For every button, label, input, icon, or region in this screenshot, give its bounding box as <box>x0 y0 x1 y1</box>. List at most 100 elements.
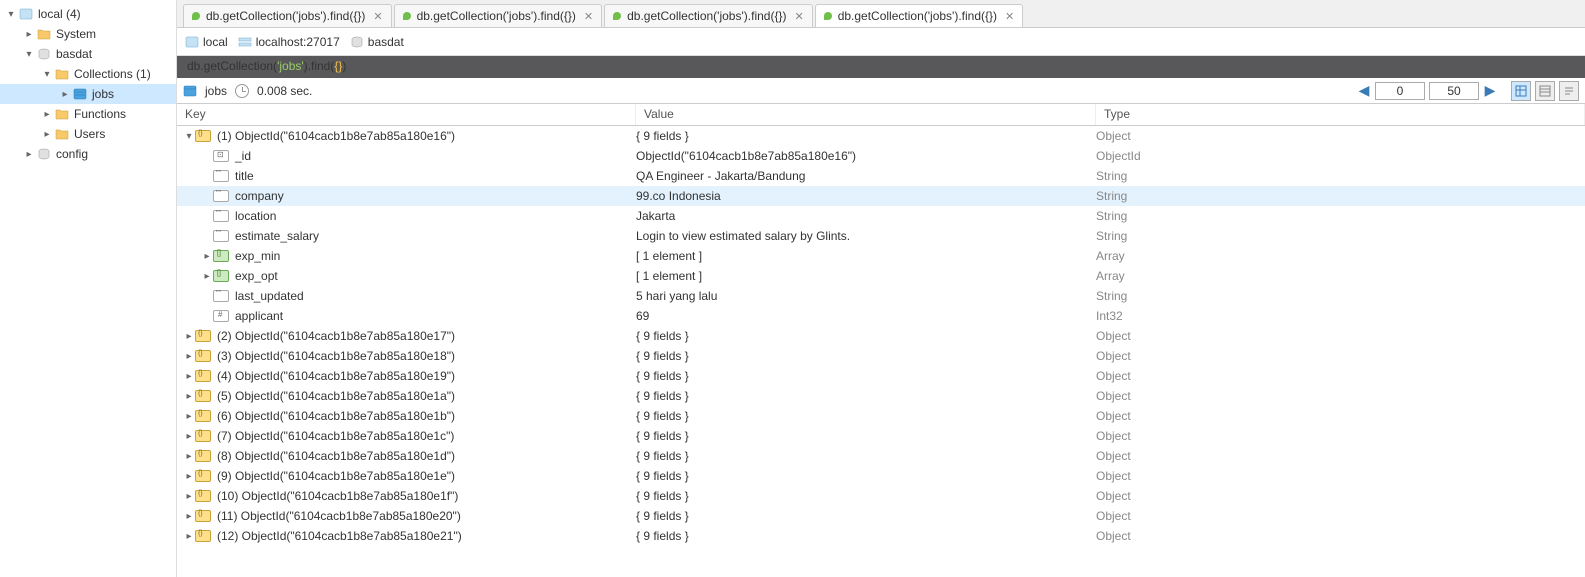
query-tab[interactable]: db.getCollection('jobs').find({})✕ <box>183 4 392 27</box>
result-row[interactable]: ▸(8) ObjectId("6104cacb1b8e7ab85a180e1d"… <box>177 446 1585 466</box>
database-icon <box>350 35 364 49</box>
chevron-icon: ▸ <box>40 129 54 140</box>
expand-arrow[interactable]: ▸ <box>183 511 195 522</box>
field-type: Int32 <box>1096 309 1585 323</box>
field-type: Object <box>1096 329 1585 343</box>
result-row[interactable]: ▸exp_min[ 1 element ]Array <box>177 246 1585 266</box>
close-icon[interactable]: ✕ <box>1005 10 1014 23</box>
tree-node-users[interactable]: ▸ Users <box>0 124 176 144</box>
result-row[interactable]: ▸(5) ObjectId("6104cacb1b8e7ab85a180e1a"… <box>177 386 1585 406</box>
result-row[interactable]: ▸ (10) ObjectId("6104cacb1b8e7ab85a180e1f… <box>177 486 1585 506</box>
tree-node-functions[interactable]: ▸Functions <box>0 104 176 124</box>
results-grid[interactable]: ▾(1) ObjectId("6104cacb1b8e7ab85a180e16"… <box>177 126 1585 577</box>
tree-label: Users <box>74 127 105 141</box>
field-key: last_updated <box>235 289 304 303</box>
connection-tree[interactable]: ▾ local (4) ▸System▾basdat▾Collections (… <box>0 0 177 577</box>
expand-arrow[interactable]: ▸ <box>201 251 213 262</box>
expand-arrow[interactable]: ▸ <box>183 351 195 362</box>
expand-arrow[interactable]: ▸ <box>183 451 195 462</box>
type-icon <box>195 510 211 522</box>
page-offset-input[interactable] <box>1375 82 1425 100</box>
expand-arrow[interactable]: ▸ <box>201 271 213 282</box>
page-prev-button[interactable]: ◀ <box>1357 82 1371 99</box>
type-icon <box>213 230 229 242</box>
field-key: (10) ObjectId("6104cacb1b8e7ab85a180e1f"… <box>217 489 458 503</box>
text-view-button[interactable] <box>1559 81 1579 101</box>
field-key: (4) ObjectId("6104cacb1b8e7ab85a180e19") <box>217 369 455 383</box>
clock-icon <box>235 84 249 98</box>
expand-arrow[interactable]: ▸ <box>183 331 195 342</box>
column-key[interactable]: Key <box>177 104 636 125</box>
tree-node-system[interactable]: ▸System <box>0 24 176 44</box>
result-row[interactable]: ▸ (2) ObjectId("6104cacb1b8e7ab85a180e17"… <box>177 326 1585 346</box>
query-bar[interactable]: db.getCollection('jobs').find({}) <box>177 56 1585 78</box>
tree-root[interactable]: ▾ local (4) <box>0 4 176 24</box>
table-view-button[interactable] <box>1535 81 1555 101</box>
result-row[interactable]: ▸ (7) ObjectId("6104cacb1b8e7ab85a180e1c"… <box>177 426 1585 446</box>
result-row[interactable]: applicant69Int32 <box>177 306 1585 326</box>
column-value[interactable]: Value <box>636 104 1096 125</box>
type-icon <box>195 490 211 502</box>
query-text: db.getCollection( <box>187 59 277 73</box>
result-row[interactable]: ▾(1) ObjectId("6104cacb1b8e7ab85a180e16"… <box>177 126 1585 146</box>
close-icon[interactable]: ✕ <box>584 10 593 23</box>
field-value: 5 hari yang lalu <box>636 289 1096 303</box>
expand-arrow[interactable]: ▸ <box>183 371 195 382</box>
field-value: { 9 fields } <box>636 369 1096 383</box>
tree-node-collections-1-[interactable]: ▾Collections (1) <box>0 64 176 84</box>
page-next-button[interactable]: ▶ <box>1483 82 1497 99</box>
expand-arrow[interactable]: ▾ <box>183 131 195 142</box>
result-row[interactable]: ▸(11) ObjectId("6104cacb1b8e7ab85a180e20… <box>177 506 1585 526</box>
folder-icon <box>54 126 70 142</box>
tree-node-basdat[interactable]: ▾basdat <box>0 44 176 64</box>
result-row[interactable]: locationJakartaString <box>177 206 1585 226</box>
column-type[interactable]: Type <box>1096 104 1585 125</box>
result-row[interactable]: estimate_salaryLogin to view estimated s… <box>177 226 1585 246</box>
result-row[interactable]: company99.co IndonesiaString <box>177 186 1585 206</box>
tree-root-label: local (4) <box>38 7 81 21</box>
result-row[interactable]: ▸(6) ObjectId("6104cacb1b8e7ab85a180e1b"… <box>177 406 1585 426</box>
page-limit-input[interactable] <box>1429 82 1479 100</box>
field-key: (7) ObjectId("6104cacb1b8e7ab85a180e1c") <box>217 429 454 443</box>
expand-arrow[interactable]: ▸ <box>183 531 195 542</box>
field-type: Object <box>1096 509 1585 523</box>
field-key: estimate_salary <box>235 229 319 243</box>
chevron-icon: ▸ <box>58 89 72 100</box>
type-icon <box>195 350 211 362</box>
results-header: Key Value Type <box>177 104 1585 126</box>
result-row[interactable]: ▸(3) ObjectId("6104cacb1b8e7ab85a180e18"… <box>177 346 1585 366</box>
field-key: (2) ObjectId("6104cacb1b8e7ab85a180e17") <box>217 329 455 343</box>
result-row[interactable]: _idObjectId("6104cacb1b8e7ab85a180e16")O… <box>177 146 1585 166</box>
breadcrumb-host: local <box>185 35 228 49</box>
tree-node-config[interactable]: ▸config <box>0 144 176 164</box>
result-row[interactable]: ▸(9) ObjectId("6104cacb1b8e7ab85a180e1e"… <box>177 466 1585 486</box>
query-tab[interactable]: db.getCollection('jobs').find({})✕ <box>815 4 1024 27</box>
type-icon <box>195 330 211 342</box>
expand-arrow[interactable]: ▸ <box>183 491 195 502</box>
close-icon[interactable]: ✕ <box>373 10 382 23</box>
field-value: { 9 fields } <box>636 489 1096 503</box>
type-icon <box>195 530 211 542</box>
field-key: location <box>235 209 276 223</box>
field-type: String <box>1096 169 1585 183</box>
expand-arrow[interactable]: ▸ <box>183 391 195 402</box>
result-row[interactable]: titleQA Engineer - Jakarta/BandungString <box>177 166 1585 186</box>
tree-node-jobs[interactable]: ▸jobs <box>0 84 176 104</box>
expand-arrow[interactable]: ▸ <box>183 411 195 422</box>
result-row[interactable]: ▸exp_opt[ 1 element ]Array <box>177 266 1585 286</box>
result-row[interactable]: ▸(12) ObjectId("6104cacb1b8e7ab85a180e21… <box>177 526 1585 546</box>
tree-view-button[interactable] <box>1511 81 1531 101</box>
query-tab[interactable]: db.getCollection('jobs').find({})✕ <box>394 4 603 27</box>
close-icon[interactable]: ✕ <box>794 10 803 23</box>
expand-arrow[interactable]: ▸ <box>183 471 195 482</box>
result-row[interactable]: ▸ (4) ObjectId("6104cacb1b8e7ab85a180e19"… <box>177 366 1585 386</box>
field-value: { 9 fields } <box>636 349 1096 363</box>
field-value: 99.co Indonesia <box>636 189 1096 203</box>
expand-arrow[interactable]: ▸ <box>183 431 195 442</box>
query-tab[interactable]: db.getCollection('jobs').find({})✕ <box>604 4 813 27</box>
result-row[interactable]: last_updated5 hari yang laluString <box>177 286 1585 306</box>
tree-label: basdat <box>56 47 92 61</box>
field-value: { 9 fields } <box>636 509 1096 523</box>
type-icon <box>213 290 229 302</box>
type-icon <box>195 470 211 482</box>
